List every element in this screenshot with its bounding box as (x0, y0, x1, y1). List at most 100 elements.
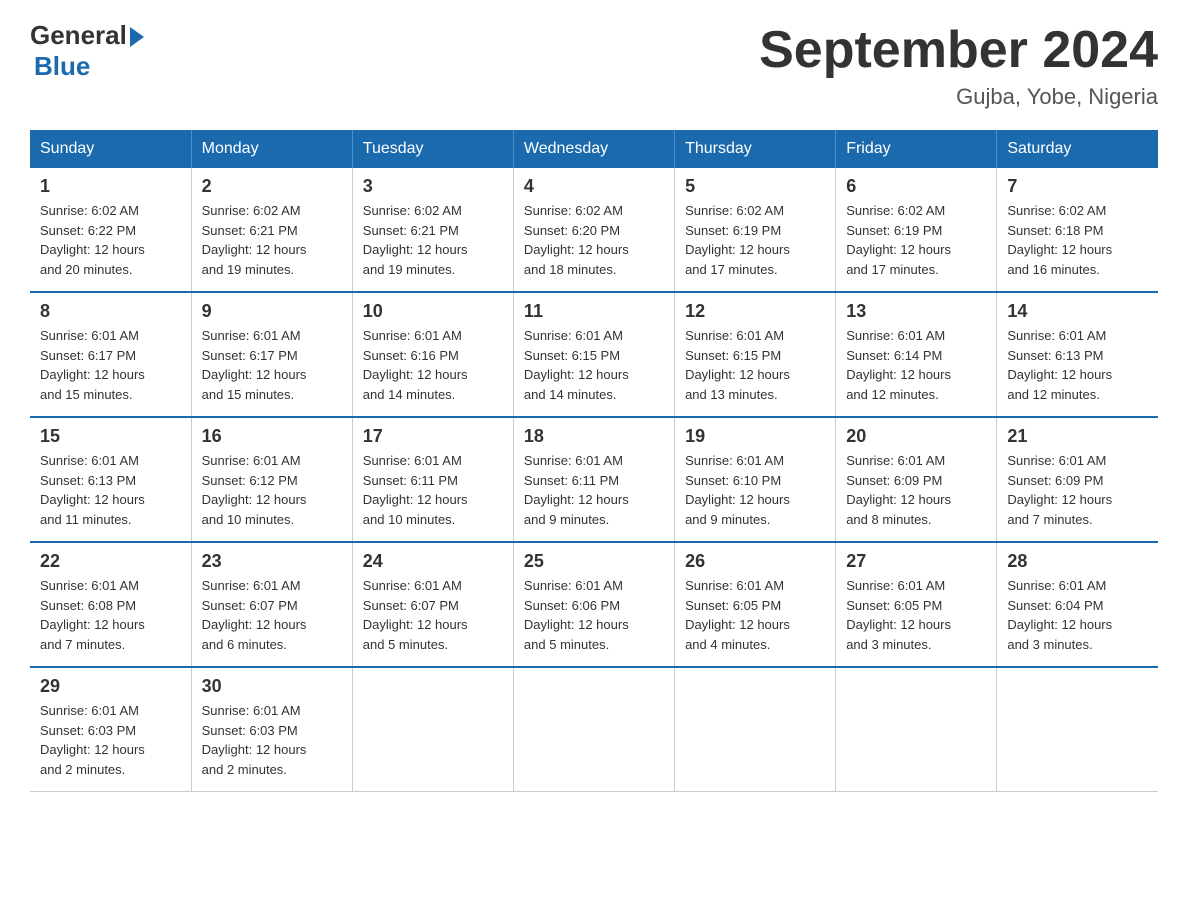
day-number: 30 (202, 676, 342, 697)
day-info: Sunrise: 6:01 AM Sunset: 6:04 PM Dayligh… (1007, 576, 1148, 654)
day-number: 13 (846, 301, 986, 322)
calendar-day-cell: 20 Sunrise: 6:01 AM Sunset: 6:09 PM Dayl… (836, 417, 997, 542)
day-info: Sunrise: 6:02 AM Sunset: 6:20 PM Dayligh… (524, 201, 664, 279)
calendar-header-row: SundayMondayTuesdayWednesdayThursdayFrid… (30, 130, 1158, 168)
calendar-day-cell: 10 Sunrise: 6:01 AM Sunset: 6:16 PM Dayl… (352, 292, 513, 417)
day-info: Sunrise: 6:01 AM Sunset: 6:06 PM Dayligh… (524, 576, 664, 654)
calendar-day-cell: 14 Sunrise: 6:01 AM Sunset: 6:13 PM Dayl… (997, 292, 1158, 417)
day-number: 15 (40, 426, 181, 447)
logo-arrow-icon (130, 27, 144, 47)
calendar-day-cell: 29 Sunrise: 6:01 AM Sunset: 6:03 PM Dayl… (30, 667, 191, 792)
day-info: Sunrise: 6:01 AM Sunset: 6:15 PM Dayligh… (685, 326, 825, 404)
title-area: September 2024 Gujba, Yobe, Nigeria (759, 20, 1158, 110)
day-info: Sunrise: 6:01 AM Sunset: 6:07 PM Dayligh… (363, 576, 503, 654)
calendar-day-cell: 17 Sunrise: 6:01 AM Sunset: 6:11 PM Dayl… (352, 417, 513, 542)
day-info: Sunrise: 6:02 AM Sunset: 6:18 PM Dayligh… (1007, 201, 1148, 279)
day-number: 6 (846, 176, 986, 197)
day-info: Sunrise: 6:01 AM Sunset: 6:09 PM Dayligh… (1007, 451, 1148, 529)
day-info: Sunrise: 6:01 AM Sunset: 6:11 PM Dayligh… (524, 451, 664, 529)
day-number: 17 (363, 426, 503, 447)
calendar-day-cell: 4 Sunrise: 6:02 AM Sunset: 6:20 PM Dayli… (513, 168, 674, 292)
calendar-day-cell: 1 Sunrise: 6:02 AM Sunset: 6:22 PM Dayli… (30, 168, 191, 292)
calendar-day-cell: 2 Sunrise: 6:02 AM Sunset: 6:21 PM Dayli… (191, 168, 352, 292)
day-number: 14 (1007, 301, 1148, 322)
header: General Blue September 2024 Gujba, Yobe,… (30, 20, 1158, 110)
day-number: 9 (202, 301, 342, 322)
day-info: Sunrise: 6:01 AM Sunset: 6:16 PM Dayligh… (363, 326, 503, 404)
day-info: Sunrise: 6:01 AM Sunset: 6:03 PM Dayligh… (40, 701, 181, 779)
calendar-day-cell: 13 Sunrise: 6:01 AM Sunset: 6:14 PM Dayl… (836, 292, 997, 417)
day-info: Sunrise: 6:01 AM Sunset: 6:17 PM Dayligh… (40, 326, 181, 404)
day-number: 16 (202, 426, 342, 447)
calendar-day-cell: 24 Sunrise: 6:01 AM Sunset: 6:07 PM Dayl… (352, 542, 513, 667)
month-title: September 2024 (759, 20, 1158, 80)
day-number: 24 (363, 551, 503, 572)
logo: General Blue (30, 20, 144, 82)
day-info: Sunrise: 6:01 AM Sunset: 6:05 PM Dayligh… (685, 576, 825, 654)
calendar-day-cell: 30 Sunrise: 6:01 AM Sunset: 6:03 PM Dayl… (191, 667, 352, 792)
day-info: Sunrise: 6:01 AM Sunset: 6:05 PM Dayligh… (846, 576, 986, 654)
calendar-header-sunday: Sunday (30, 130, 191, 168)
day-number: 8 (40, 301, 181, 322)
day-info: Sunrise: 6:02 AM Sunset: 6:19 PM Dayligh… (685, 201, 825, 279)
day-number: 20 (846, 426, 986, 447)
calendar-week-row: 8 Sunrise: 6:01 AM Sunset: 6:17 PM Dayli… (30, 292, 1158, 417)
day-info: Sunrise: 6:01 AM Sunset: 6:15 PM Dayligh… (524, 326, 664, 404)
calendar-day-cell (513, 667, 674, 792)
calendar-day-cell: 15 Sunrise: 6:01 AM Sunset: 6:13 PM Dayl… (30, 417, 191, 542)
calendar-day-cell: 18 Sunrise: 6:01 AM Sunset: 6:11 PM Dayl… (513, 417, 674, 542)
day-info: Sunrise: 6:01 AM Sunset: 6:07 PM Dayligh… (202, 576, 342, 654)
calendar-day-cell: 9 Sunrise: 6:01 AM Sunset: 6:17 PM Dayli… (191, 292, 352, 417)
day-number: 4 (524, 176, 664, 197)
day-info: Sunrise: 6:02 AM Sunset: 6:21 PM Dayligh… (202, 201, 342, 279)
calendar-header-saturday: Saturday (997, 130, 1158, 168)
day-number: 3 (363, 176, 503, 197)
calendar-day-cell: 16 Sunrise: 6:01 AM Sunset: 6:12 PM Dayl… (191, 417, 352, 542)
day-info: Sunrise: 6:01 AM Sunset: 6:03 PM Dayligh… (202, 701, 342, 779)
day-number: 29 (40, 676, 181, 697)
day-number: 2 (202, 176, 342, 197)
calendar-week-row: 1 Sunrise: 6:02 AM Sunset: 6:22 PM Dayli… (30, 168, 1158, 292)
calendar-day-cell (836, 667, 997, 792)
day-info: Sunrise: 6:01 AM Sunset: 6:14 PM Dayligh… (846, 326, 986, 404)
calendar-day-cell: 23 Sunrise: 6:01 AM Sunset: 6:07 PM Dayl… (191, 542, 352, 667)
calendar-header-thursday: Thursday (675, 130, 836, 168)
calendar-day-cell (997, 667, 1158, 792)
calendar-day-cell (352, 667, 513, 792)
calendar-day-cell: 3 Sunrise: 6:02 AM Sunset: 6:21 PM Dayli… (352, 168, 513, 292)
day-number: 5 (685, 176, 825, 197)
day-info: Sunrise: 6:01 AM Sunset: 6:08 PM Dayligh… (40, 576, 181, 654)
day-number: 12 (685, 301, 825, 322)
calendar-day-cell: 25 Sunrise: 6:01 AM Sunset: 6:06 PM Dayl… (513, 542, 674, 667)
calendar-day-cell: 28 Sunrise: 6:01 AM Sunset: 6:04 PM Dayl… (997, 542, 1158, 667)
day-info: Sunrise: 6:02 AM Sunset: 6:19 PM Dayligh… (846, 201, 986, 279)
day-number: 23 (202, 551, 342, 572)
day-info: Sunrise: 6:01 AM Sunset: 6:12 PM Dayligh… (202, 451, 342, 529)
calendar-day-cell: 27 Sunrise: 6:01 AM Sunset: 6:05 PM Dayl… (836, 542, 997, 667)
day-info: Sunrise: 6:01 AM Sunset: 6:11 PM Dayligh… (363, 451, 503, 529)
day-number: 27 (846, 551, 986, 572)
calendar-day-cell: 5 Sunrise: 6:02 AM Sunset: 6:19 PM Dayli… (675, 168, 836, 292)
day-info: Sunrise: 6:01 AM Sunset: 6:17 PM Dayligh… (202, 326, 342, 404)
calendar-day-cell: 11 Sunrise: 6:01 AM Sunset: 6:15 PM Dayl… (513, 292, 674, 417)
day-number: 28 (1007, 551, 1148, 572)
day-number: 25 (524, 551, 664, 572)
calendar-header-wednesday: Wednesday (513, 130, 674, 168)
day-info: Sunrise: 6:01 AM Sunset: 6:09 PM Dayligh… (846, 451, 986, 529)
calendar-day-cell: 7 Sunrise: 6:02 AM Sunset: 6:18 PM Dayli… (997, 168, 1158, 292)
day-number: 21 (1007, 426, 1148, 447)
calendar-day-cell (675, 667, 836, 792)
calendar-day-cell: 26 Sunrise: 6:01 AM Sunset: 6:05 PM Dayl… (675, 542, 836, 667)
location: Gujba, Yobe, Nigeria (759, 84, 1158, 110)
logo-general-text: General (30, 20, 127, 51)
day-info: Sunrise: 6:01 AM Sunset: 6:13 PM Dayligh… (40, 451, 181, 529)
calendar-header-friday: Friday (836, 130, 997, 168)
day-info: Sunrise: 6:01 AM Sunset: 6:10 PM Dayligh… (685, 451, 825, 529)
day-number: 22 (40, 551, 181, 572)
calendar-week-row: 15 Sunrise: 6:01 AM Sunset: 6:13 PM Dayl… (30, 417, 1158, 542)
day-number: 1 (40, 176, 181, 197)
day-number: 18 (524, 426, 664, 447)
calendar-header-monday: Monday (191, 130, 352, 168)
day-info: Sunrise: 6:02 AM Sunset: 6:22 PM Dayligh… (40, 201, 181, 279)
day-info: Sunrise: 6:02 AM Sunset: 6:21 PM Dayligh… (363, 201, 503, 279)
